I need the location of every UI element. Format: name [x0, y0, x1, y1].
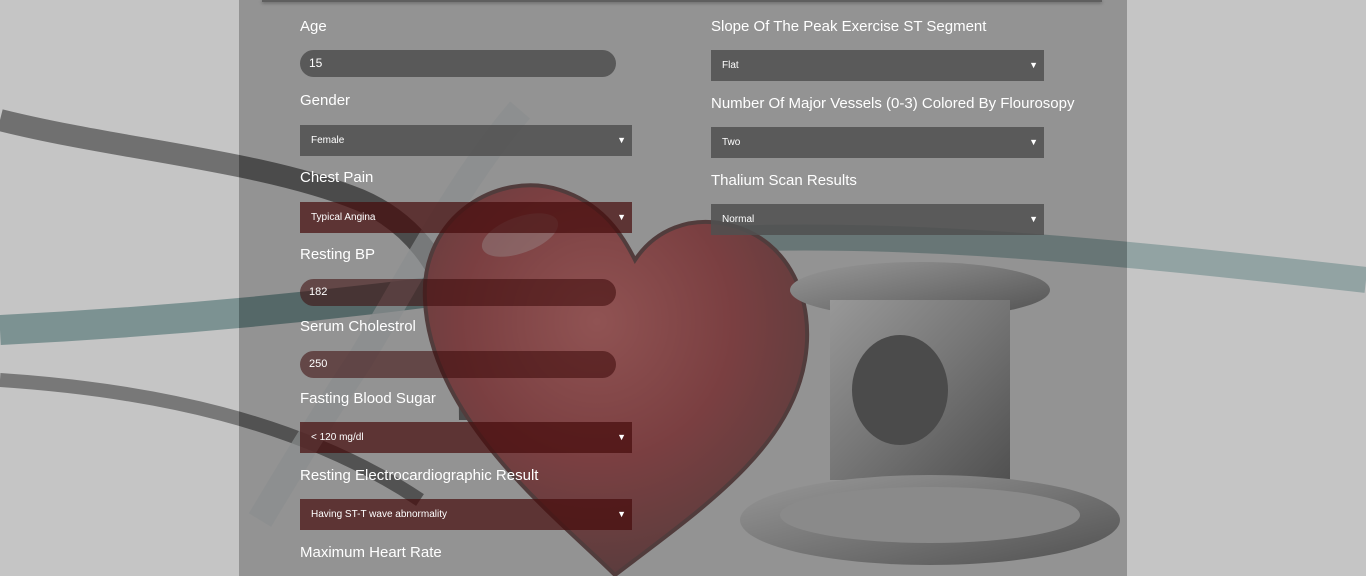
- caret-down-icon: ▼: [617, 212, 626, 222]
- fasting-blood-sugar-label: Fasting Blood Sugar: [300, 390, 436, 407]
- gender-select[interactable]: Female ▼: [300, 125, 632, 156]
- vessels-select[interactable]: Two ▼: [711, 127, 1044, 158]
- slope-label: Slope Of The Peak Exercise ST Segment: [711, 18, 987, 35]
- thalium-select[interactable]: Normal ▼: [711, 204, 1044, 235]
- chest-pain-select[interactable]: Typical Angina ▼: [300, 202, 632, 233]
- caret-down-icon: ▼: [617, 135, 626, 145]
- caret-down-icon: ▼: [617, 432, 626, 442]
- age-label: Age: [300, 18, 327, 35]
- slope-select[interactable]: Flat ▼: [711, 50, 1044, 81]
- serum-cholestrol-value: 250: [309, 358, 328, 370]
- panel-top-border: [262, 0, 1102, 2]
- chest-pain-label: Chest Pain: [300, 169, 374, 186]
- gender-label: Gender: [300, 92, 351, 109]
- resting-ecg-select[interactable]: Having ST-T wave abnormality ▼: [300, 499, 632, 530]
- thalium-label: Thalium Scan Results: [711, 172, 857, 189]
- max-heart-rate-label: Maximum Heart Rate: [300, 544, 442, 561]
- caret-down-icon: ▼: [1029, 137, 1038, 147]
- resting-ecg-label: Resting Electrocardiographic Result: [300, 467, 539, 484]
- resting-bp-value: 182: [309, 286, 328, 298]
- caret-down-icon: ▼: [617, 509, 626, 519]
- slope-value: Flat: [722, 60, 739, 71]
- serum-cholestrol-label: Serum Cholestrol: [300, 318, 416, 335]
- caret-down-icon: ▼: [1029, 214, 1038, 224]
- fasting-blood-sugar-value: < 120 mg/dl: [311, 432, 364, 443]
- resting-bp-label: Resting BP: [300, 246, 376, 263]
- resting-bp-input[interactable]: 182: [300, 279, 616, 306]
- caret-down-icon: ▼: [1029, 60, 1038, 70]
- vessels-label: Number Of Major Vessels (0-3) Colored By…: [711, 95, 1075, 112]
- thalium-value: Normal: [722, 214, 755, 225]
- vessels-value: Two: [722, 137, 741, 148]
- gender-value: Female: [311, 135, 345, 146]
- age-input[interactable]: 15: [300, 50, 616, 77]
- chest-pain-value: Typical Angina: [311, 212, 376, 223]
- age-value: 15: [309, 56, 323, 70]
- resting-ecg-value: Having ST-T wave abnormality: [311, 509, 447, 520]
- serum-cholestrol-input[interactable]: 250: [300, 351, 616, 378]
- left-margin-overlay: [0, 0, 239, 576]
- right-margin-overlay: [1127, 0, 1366, 576]
- fasting-blood-sugar-select[interactable]: < 120 mg/dl ▼: [300, 422, 632, 453]
